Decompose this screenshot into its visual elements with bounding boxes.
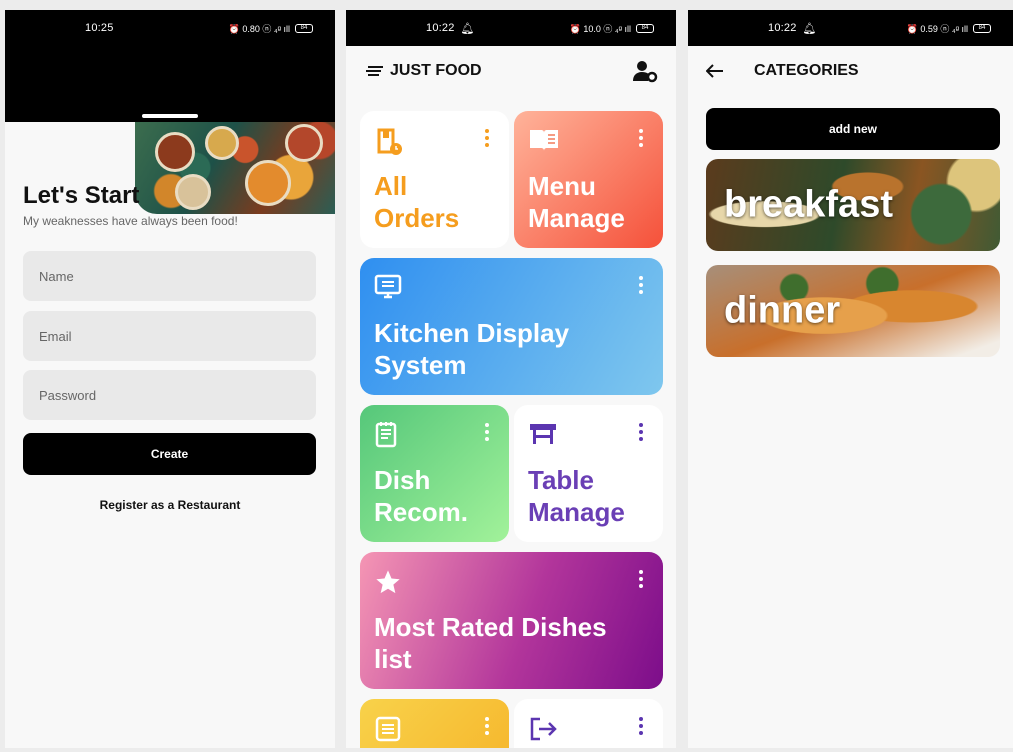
card-label-line2: Orders [374, 203, 460, 233]
status-bar: 10:22 🔔︎ ⏰ 0.59 ⓝ ₄ᵍ ıll 84 [688, 10, 1013, 46]
list-icon [375, 716, 401, 742]
more-vert-icon[interactable] [639, 717, 643, 735]
page-title: Let's Start [23, 182, 140, 209]
food-banner-image [135, 122, 335, 214]
dashboard-screen: 10:22 🔔︎ ⏰ 10.0 ⓝ ₄ᵍ ıll 84 JUST FOOD Al… [346, 10, 676, 748]
category-card-dinner[interactable]: dinner [706, 265, 1000, 357]
status-indicators: ⏰ 10.0 ⓝ ₄ᵍ ıll [569, 23, 631, 34]
name-field[interactable] [23, 251, 316, 301]
status-icons: ⏰ 0.80 ⓝ ₄ᵍ ıll 84 [229, 22, 313, 35]
category-card-breakfast[interactable]: breakfast [706, 159, 1000, 251]
header-backdrop [5, 46, 335, 122]
star-icon [376, 570, 400, 594]
page-title: CATEGORIES [754, 62, 859, 79]
book-open-icon [530, 130, 558, 151]
status-bar: 10:25 ⏰ 0.80 ⓝ ₄ᵍ ıll 84 [5, 10, 335, 46]
battery-icon: 84 [636, 23, 654, 33]
status-time-text: 10:22 [426, 22, 455, 34]
screenshot-canvas: 10:25 ⏰ 0.80 ⓝ ₄ᵍ ıll 84 Let's Start My … [0, 0, 1013, 752]
card-label-line1: Dish [374, 465, 431, 495]
logout-icon [530, 717, 557, 741]
card-kitchen-display[interactable]: Kitchen Display System [360, 258, 663, 395]
more-vert-icon[interactable] [639, 423, 643, 441]
card-label: Most Rated Dishes list [374, 611, 607, 675]
card-table-manage[interactable]: Table Manage [514, 405, 663, 542]
more-vert-icon[interactable] [639, 129, 643, 147]
table-icon [530, 424, 556, 444]
battery-icon: 84 [973, 23, 991, 33]
signup-screen: 10:25 ⏰ 0.80 ⓝ ₄ᵍ ıll 84 Let's Start My … [5, 10, 335, 748]
card-label-line2: System [374, 350, 467, 380]
status-icons: ⏰ 0.59 ⓝ ₄ᵍ ıll 84 [907, 22, 991, 35]
card-label-line1: Most Rated Dishes [374, 612, 607, 642]
bookmark-clock-icon [377, 128, 402, 155]
status-indicators: ⏰ 0.80 ⓝ ₄ᵍ ıll [228, 23, 290, 34]
app-bar: CATEGORIES [688, 46, 1013, 96]
categories-screen: 10:22 🔔︎ ⏰ 0.59 ⓝ ₄ᵍ ıll 84 CATEGORIES a… [688, 10, 1013, 748]
status-time-text: 10:22 [768, 22, 797, 34]
card-most-rated[interactable]: Most Rated Dishes list [360, 552, 663, 689]
card-label-line2: Recom. [374, 497, 468, 527]
card-all-orders[interactable]: All Orders [360, 111, 509, 248]
app-bar: JUST FOOD [346, 46, 676, 96]
bell-icon: 🔔︎ [460, 22, 475, 35]
add-new-button[interactable]: add new [706, 108, 1000, 150]
card-label-line1: Table [528, 465, 594, 495]
app-title: JUST FOOD [390, 62, 482, 79]
back-arrow-icon[interactable] [706, 64, 724, 78]
card-label-line2: list [374, 644, 412, 674]
card-label-line2: Manage [528, 203, 625, 233]
password-field[interactable] [23, 370, 316, 420]
user-gear-icon[interactable] [632, 59, 658, 83]
more-vert-icon[interactable] [485, 717, 489, 735]
card-logout[interactable] [514, 699, 663, 748]
create-button[interactable]: Create [23, 433, 316, 475]
card-label: Table Manage [528, 464, 625, 528]
status-time: 10:22 🔔︎ [426, 22, 475, 35]
card-label: Kitchen Display System [374, 317, 569, 381]
card-label-line1: Menu [528, 171, 596, 201]
more-vert-icon[interactable] [639, 276, 643, 294]
card-dish-recom[interactable]: Dish Recom. [360, 405, 509, 542]
card-label-line1: Kitchen Display [374, 318, 570, 348]
card-menu-manage[interactable]: Menu Manage [514, 111, 663, 248]
status-icons: ⏰ 10.0 ⓝ ₄ᵍ ıll 84 [570, 22, 654, 35]
more-vert-icon[interactable] [485, 423, 489, 441]
card-label: Dish Recom. [374, 464, 468, 528]
category-label: dinner [724, 289, 841, 332]
register-restaurant-link[interactable]: Register as a Restaurant [5, 498, 335, 512]
page-subtitle: My weaknesses have always been food! [23, 214, 238, 228]
more-vert-icon[interactable] [639, 570, 643, 588]
card-label: Menu Manage [528, 170, 625, 234]
brand: JUST FOOD [366, 62, 482, 80]
email-field[interactable] [23, 311, 316, 361]
status-time: 10:25 [85, 22, 114, 34]
card-label-line2: Manage [528, 497, 625, 527]
bell-icon: 🔔︎ [802, 22, 817, 35]
card-label: All Orders [374, 170, 459, 234]
card-label-line1: All [374, 171, 408, 201]
card-list[interactable] [360, 699, 509, 748]
status-indicators: ⏰ 0.59 ⓝ ₄ᵍ ıll [906, 23, 968, 34]
battery-icon: 84 [295, 23, 313, 33]
drag-handle[interactable] [142, 114, 198, 118]
notepad-icon [375, 422, 397, 448]
status-bar: 10:22 🔔︎ ⏰ 10.0 ⓝ ₄ᵍ ıll 84 [346, 10, 676, 46]
monitor-icon [374, 274, 402, 299]
menu-lines-icon[interactable] [366, 65, 384, 77]
more-vert-icon[interactable] [485, 129, 489, 147]
category-label: breakfast [724, 183, 893, 226]
status-time: 10:22 🔔︎ [768, 22, 817, 35]
signup-sheet: Let's Start My weaknesses have always be… [5, 122, 335, 748]
